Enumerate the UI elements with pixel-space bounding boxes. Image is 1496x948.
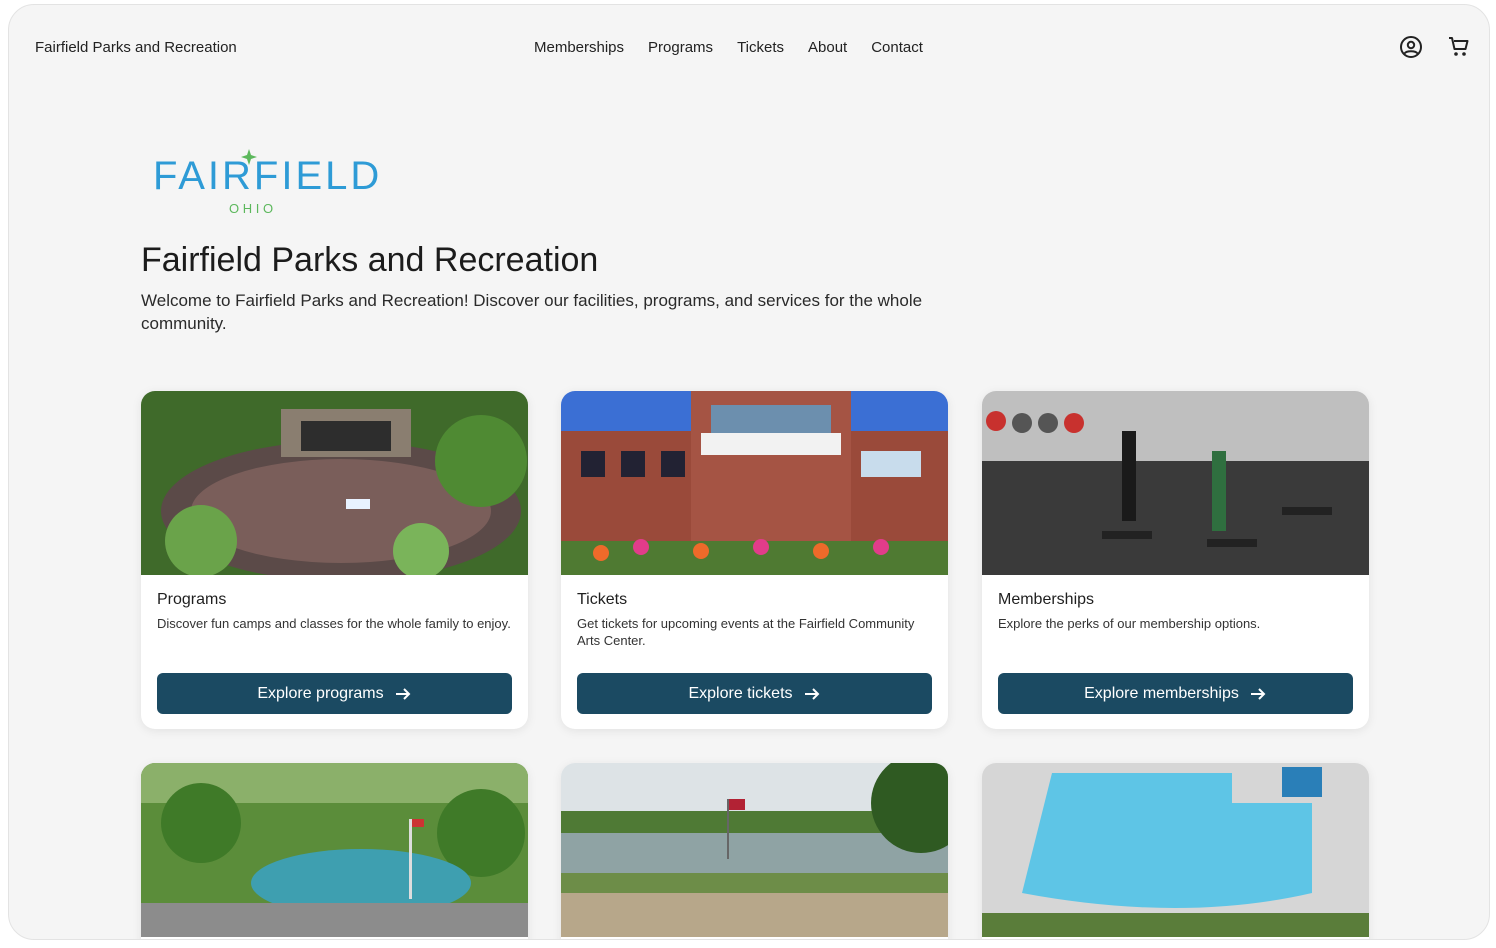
nav-icons	[1399, 35, 1471, 59]
nav-memberships[interactable]: Memberships	[534, 39, 624, 56]
nav-contact[interactable]: Contact	[871, 39, 923, 56]
card-memberships: Memberships Explore the perks of our mem…	[982, 391, 1369, 729]
nav-programs[interactable]: Programs	[648, 39, 713, 56]
explore-memberships-button[interactable]: Explore memberships	[998, 673, 1353, 714]
programs-image	[141, 391, 528, 575]
arrow-right-icon	[1250, 687, 1266, 700]
main-menu: Memberships Programs Tickets About Conta…	[534, 39, 923, 56]
card-pool[interactable]	[982, 763, 1369, 939]
page-title: Fairfield Parks and Recreation	[141, 241, 599, 279]
logo-word: FAIRFIELD	[153, 154, 382, 198]
pool-image	[982, 763, 1369, 937]
card-description: Discover fun camps and classes for the w…	[157, 616, 511, 631]
arrow-right-icon	[804, 687, 819, 700]
card-tickets: Tickets Get tickets for upcoming events …	[561, 391, 948, 729]
button-label: Explore memberships	[1084, 684, 1239, 702]
card-lake[interactable]	[561, 763, 948, 939]
card-title: Tickets	[577, 591, 628, 608]
nav-tickets[interactable]: Tickets	[737, 39, 784, 56]
card-description: Get tickets for upcoming events at the F…	[577, 616, 915, 648]
button-label: Explore programs	[257, 684, 384, 702]
intro-text: Welcome to Fairfield Parks and Recreatio…	[141, 291, 923, 333]
site-brand-link[interactable]: Fairfield Parks and Recreation	[35, 39, 237, 56]
fairfield-logo: FAIRFIELD O H I O	[153, 149, 382, 216]
logo-sub: O H I O	[229, 201, 273, 216]
lake-image	[561, 763, 948, 937]
card-title: Memberships	[998, 591, 1095, 608]
memberships-image	[982, 391, 1369, 575]
nav-about[interactable]: About	[808, 39, 847, 56]
card-programs: Programs Discover fun camps and classes …	[141, 391, 528, 729]
park-image	[141, 763, 528, 937]
card-title: Programs	[157, 591, 227, 608]
explore-tickets-button[interactable]: Explore tickets	[577, 673, 932, 714]
button-label: Explore tickets	[688, 684, 793, 702]
card-description: Explore the perks of our membership opti…	[998, 616, 1261, 631]
cart-icon[interactable]	[1447, 35, 1471, 59]
top-navigation: Fairfield Parks and Recreation Membershi…	[9, 5, 1489, 93]
account-icon[interactable]	[1399, 35, 1423, 59]
tickets-image	[561, 391, 948, 575]
arrow-right-icon	[395, 687, 411, 700]
explore-programs-button[interactable]: Explore programs	[157, 673, 512, 714]
browser-frame: Fairfield Parks and Recreation Membershi…	[8, 4, 1490, 940]
card-parks[interactable]	[141, 763, 528, 939]
